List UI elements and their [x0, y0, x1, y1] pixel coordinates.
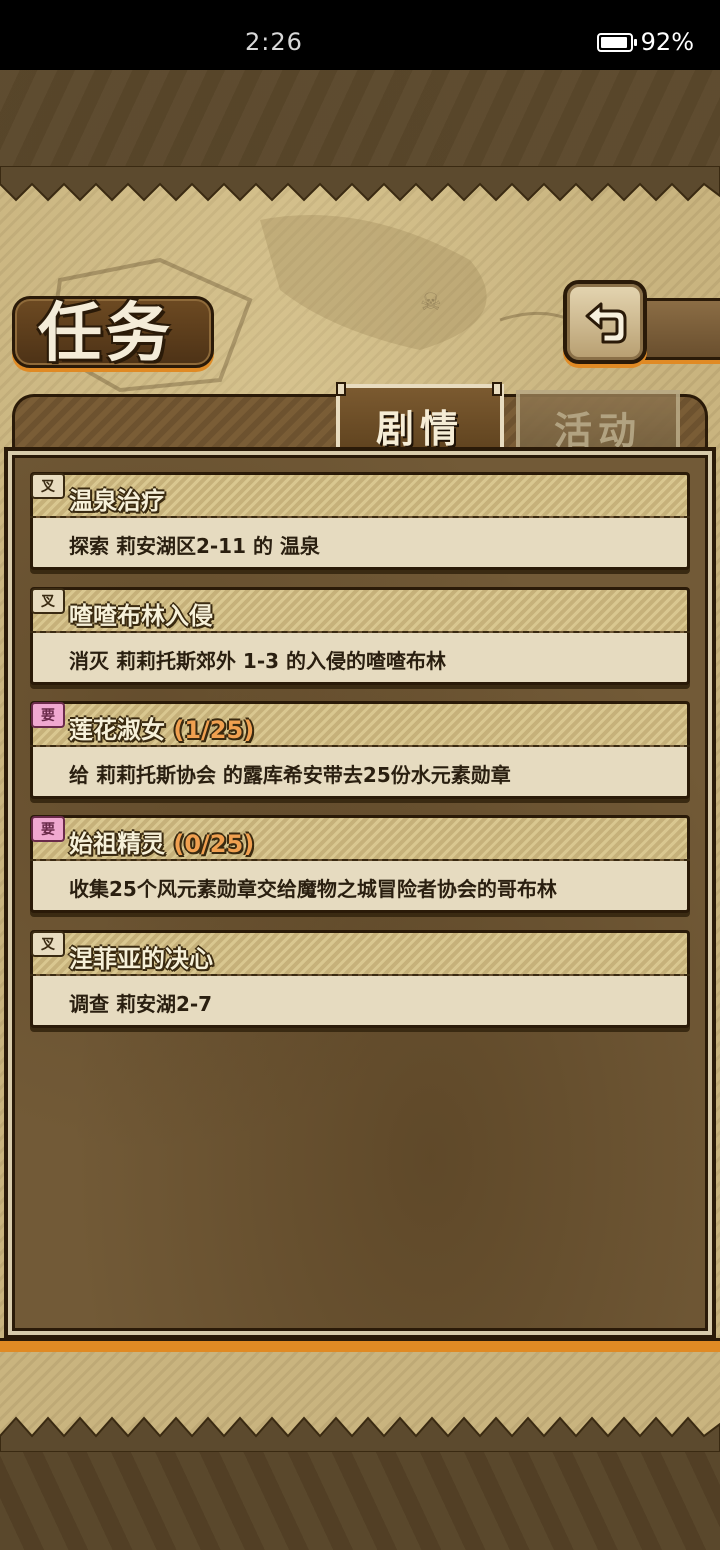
quest-description: 探索 莉安湖区2-11 的 温泉: [69, 534, 320, 558]
quest-description: 消灭 莉莉托斯郊外 1-3 的入侵的喳喳布林: [69, 649, 447, 673]
status-time: 2:26: [245, 28, 303, 56]
quest-progress: (1/25): [173, 716, 255, 744]
quest-description: 给 莉莉托斯协会 的露库希安带去25份水元素勋章: [69, 763, 511, 787]
quest-progress: (0/25): [173, 830, 255, 858]
quest-body: 收集25个风元素勋章交给魔物之城冒险者协会的哥布林: [30, 861, 690, 913]
story-quest-icon: 叉: [31, 588, 65, 614]
quest-header: 叉 涅菲亚的决心: [30, 930, 690, 974]
quest-title: 喳喳布林入侵: [69, 602, 213, 630]
back-arrow-icon: [585, 302, 627, 344]
quest-body: 探索 莉安湖区2-11 的 温泉: [30, 518, 690, 570]
quest-header: 要 始祖精灵 (0/25): [30, 815, 690, 859]
quest-title: 涅菲亚的决心: [69, 945, 213, 973]
quest-title: 莲花淑女 (1/25): [69, 716, 255, 744]
map-background-top: [0, 70, 720, 170]
status-right: 92%: [596, 28, 694, 56]
quest-item[interactable]: 叉 涅菲亚的决心 调查 莉安湖2-7: [30, 930, 690, 1028]
quest-title: 始祖精灵 (0/25): [69, 830, 255, 858]
svg-text:☠: ☠: [420, 288, 442, 316]
status-bar: 2:26 92%: [0, 0, 720, 70]
quest-header: 叉 温泉治疗: [30, 472, 690, 516]
quest-body: 消灭 莉莉托斯郊外 1-3 的入侵的喳喳布林: [30, 633, 690, 685]
quest-item[interactable]: 要 莲花淑女 (1/25) 给 莉莉托斯协会 的露库希安带去25份水元素勋章: [30, 701, 690, 799]
story-quest-icon: 叉: [31, 473, 65, 499]
quest-header: 叉 喳喳布林入侵: [30, 587, 690, 631]
quest-item[interactable]: 叉 喳喳布林入侵 消灭 莉莉托斯郊外 1-3 的入侵的喳喳布林: [30, 587, 690, 685]
quest-description: 调查 莉安湖2-7: [69, 992, 213, 1016]
quest-item[interactable]: 叉 温泉治疗 探索 莉安湖区2-11 的 温泉: [30, 472, 690, 570]
quest-description: 收集25个风元素勋章交给魔物之城冒险者协会的哥布林: [69, 877, 557, 901]
map-background-bottom: [0, 1450, 720, 1550]
quest-header: 要 莲花淑女 (1/25): [30, 701, 690, 745]
story-quest-icon: 叉: [31, 931, 65, 957]
page-title: 任务: [38, 296, 174, 371]
quest-item[interactable]: 要 始祖精灵 (0/25) 收集25个风元素勋章交给魔物之城冒险者协会的哥布林: [30, 815, 690, 913]
back-button[interactable]: [563, 280, 647, 364]
quest-title: 温泉治疗: [69, 487, 165, 515]
tab-post-right: [492, 382, 502, 396]
request-quest-icon: 要: [31, 816, 65, 842]
panel-bottom-edge: [0, 1338, 720, 1352]
battery-icon: [596, 32, 637, 52]
request-quest-icon: 要: [31, 702, 65, 728]
zigzag-bottom-edge: [0, 1416, 720, 1452]
tab-post-left: [336, 382, 346, 396]
battery-level: 92%: [640, 28, 694, 56]
quest-body: 给 莉莉托斯协会 的露库希安带去25份水元素勋章: [30, 747, 690, 799]
quest-body: 调查 莉安湖2-7: [30, 976, 690, 1028]
